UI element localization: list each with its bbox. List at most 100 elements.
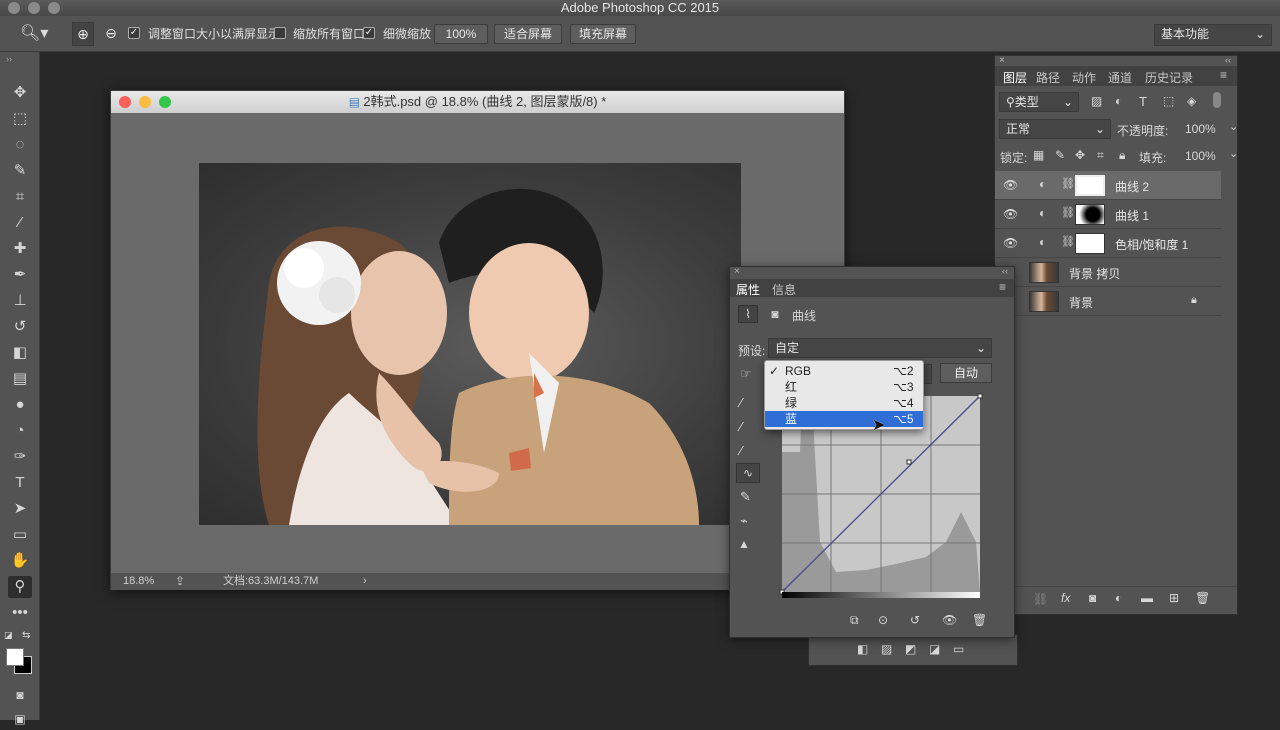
move-tool-icon[interactable]: ✥ <box>8 82 32 104</box>
healing-brush-tool-icon[interactable]: ✚ <box>8 238 32 260</box>
close-panel-icon[interactable]: × <box>734 266 740 277</box>
curve-point-mode-icon[interactable]: ∿ <box>736 463 760 483</box>
mask-icon[interactable]: ◙ <box>766 306 784 322</box>
tab-channels[interactable]: 通道 <box>1108 69 1132 86</box>
collapse-panel-icon[interactable]: ‹‹ <box>1002 266 1008 276</box>
blend-mode-select[interactable]: 正常 ⌄ <box>999 119 1111 139</box>
fill-screen-button[interactable]: 填充屏幕 <box>570 24 636 44</box>
close-panel-icon[interactable]: × <box>999 55 1005 66</box>
filter-smart-object-icon[interactable]: ◈ <box>1187 94 1196 108</box>
default-colors-icon[interactable]: ◪ <box>4 630 14 640</box>
trash-icon[interactable]: 🗑︎ <box>1195 591 1210 605</box>
tab-properties[interactable]: 属性 <box>736 281 760 298</box>
on-image-adjust-icon[interactable]: ☞ <box>740 366 752 382</box>
panel-menu-icon[interactable]: ≡ <box>999 280 1006 294</box>
visibility-eye-icon[interactable]: 👁︎ <box>1003 236 1018 250</box>
pencil-draw-icon[interactable]: ✎ <box>740 489 751 505</box>
exposure-icon[interactable]: ◪ <box>929 642 940 656</box>
fill-value[interactable]: 100% <box>1185 149 1216 163</box>
gradient-map-icon[interactable]: ▭ <box>953 642 964 656</box>
tab-layers[interactable]: 图层 <box>1001 69 1029 86</box>
smooth-curve-icon[interactable]: ⌁ <box>740 513 748 529</box>
status-menu-arrow-icon[interactable]: › <box>363 573 367 590</box>
channel-menu-item-green[interactable]: 绿 ⌥4 <box>765 395 923 411</box>
zoom-percent[interactable]: 18.8% <box>123 573 154 590</box>
type-tool-icon[interactable]: T <box>8 472 32 494</box>
filter-shape-icon[interactable]: ⬚ <box>1163 94 1174 108</box>
brightness-contrast-icon[interactable]: ◧ <box>857 642 868 656</box>
dodge-tool-icon[interactable]: ◔ <box>8 420 32 442</box>
layer-thumbnail[interactable] <box>1029 291 1059 312</box>
zoom-tool-preset-icon[interactable]: 🔍︎▾ <box>20 24 50 44</box>
lock-image-icon[interactable]: ✎ <box>1055 148 1065 162</box>
quick-mask-icon[interactable]: ◙ <box>8 684 32 706</box>
filter-pixel-icon[interactable]: ▨ <box>1091 94 1102 108</box>
layer-row[interactable]: 👁︎ ◐ ⛓︎ 曲线 1 <box>995 200 1221 229</box>
screen-mode-icon[interactable]: ▣ <box>8 708 32 730</box>
collapse-panel-icon[interactable]: ›› <box>6 54 12 64</box>
share-icon[interactable]: ⇪ <box>175 573 185 590</box>
scrubby-zoom-checkbox[interactable]: ✓ <box>363 27 375 39</box>
filter-adjustment-icon[interactable]: ◐ <box>1115 94 1122 108</box>
blur-tool-icon[interactable]: ● <box>8 394 32 416</box>
layer-row[interactable]: 背景 拷贝 <box>995 258 1221 287</box>
lock-all-icon[interactable]: 🔒︎ <box>1119 148 1125 163</box>
channel-menu-item-rgb[interactable]: ✓ RGB ⌥2 <box>765 363 923 379</box>
layer-row[interactable]: 背景 🔒︎ <box>995 287 1221 316</box>
opacity-value[interactable]: 100% <box>1185 122 1216 136</box>
swap-colors-icon[interactable]: ⇆ <box>22 630 30 641</box>
layer-mask-thumbnail[interactable] <box>1075 233 1105 254</box>
black-point-eyedropper-icon[interactable]: ⁄ <box>740 395 742 410</box>
clipping-warning-icon[interactable]: ▲ <box>738 537 750 551</box>
gradient-tool-icon[interactable]: ▤ <box>8 368 32 390</box>
curves-graph-icon[interactable]: ⌇ <box>738 305 758 323</box>
rectangle-tool-icon[interactable]: ▭ <box>8 524 32 546</box>
fx-icon[interactable]: fx <box>1061 591 1070 605</box>
tab-history[interactable]: 历史记录 <box>1145 69 1193 86</box>
link-icon[interactable]: ⛓︎ <box>1061 206 1075 219</box>
eyedropper-tool-icon[interactable]: ⁄ <box>8 212 32 234</box>
minimize-window-button[interactable] <box>28 2 40 14</box>
tab-info[interactable]: 信息 <box>772 281 796 298</box>
tab-paths[interactable]: 路径 <box>1036 69 1060 86</box>
visibility-eye-icon[interactable]: 👁︎ <box>942 613 957 627</box>
link-icon[interactable]: ⛓︎ <box>1061 235 1075 248</box>
new-group-icon[interactable]: ▬ <box>1141 591 1153 605</box>
layer-mask-thumbnail[interactable] <box>1075 175 1105 196</box>
history-brush-tool-icon[interactable]: ↺ <box>8 316 32 338</box>
panel-menu-icon[interactable]: ≡ <box>1220 68 1227 82</box>
view-previous-state-icon[interactable]: ⊙ <box>878 613 888 627</box>
path-select-tool-icon[interactable]: ➤ <box>8 498 32 520</box>
zoom-out-icon[interactable]: ⊖ <box>100 22 122 46</box>
reset-icon[interactable]: ↺ <box>910 613 920 627</box>
chevron-down-icon[interactable]: ⌄ <box>1229 147 1238 160</box>
zoom-window-button[interactable] <box>48 2 60 14</box>
layer-thumbnail[interactable] <box>1029 262 1059 283</box>
canvas-photo[interactable] <box>199 163 741 525</box>
visibility-eye-icon[interactable]: 👁︎ <box>1003 178 1018 192</box>
channel-menu-item-blue[interactable]: 蓝 ⌥5 <box>765 411 923 427</box>
crop-tool-icon[interactable]: ⌗ <box>8 186 32 208</box>
clone-stamp-tool-icon[interactable]: ⊥ <box>8 290 32 312</box>
lasso-tool-icon[interactable]: ◌ <box>8 134 32 156</box>
zoom-all-windows-checkbox[interactable] <box>274 27 286 39</box>
curves-icon[interactable]: ◩ <box>905 642 916 656</box>
gray-point-eyedropper-icon[interactable]: ⁄ <box>740 419 742 434</box>
levels-icon[interactable]: ▨ <box>881 642 892 656</box>
trash-icon[interactable]: 🗑︎ <box>972 613 987 627</box>
preset-select[interactable]: 自定 ⌄ <box>768 338 992 358</box>
layer-row[interactable]: 👁︎ ◐ ⛓︎ 色相/饱和度 1 <box>995 229 1221 258</box>
layer-row[interactable]: 👁︎ ◐ ⛓︎ 曲线 2 <box>995 171 1221 200</box>
new-layer-icon[interactable]: ⊞ <box>1169 591 1179 605</box>
chevron-down-icon[interactable]: ⌄ <box>1229 120 1238 133</box>
channel-menu-item-red[interactable]: 红 ⌥3 <box>765 379 923 395</box>
zoom-tool-icon[interactable]: ⚲ <box>8 576 32 598</box>
eraser-tool-icon[interactable]: ◧ <box>8 342 32 364</box>
filter-toggle[interactable] <box>1213 92 1221 108</box>
visibility-eye-icon[interactable]: 👁︎ <box>1003 207 1018 221</box>
resize-windows-checkbox[interactable]: ✓ <box>128 27 140 39</box>
minimize-document-button[interactable] <box>139 96 151 108</box>
link-icon[interactable]: ⛓︎ <box>1061 177 1075 190</box>
marquee-tool-icon[interactable]: ⬚ <box>8 108 32 130</box>
quick-select-tool-icon[interactable]: ✎ <box>8 160 32 182</box>
